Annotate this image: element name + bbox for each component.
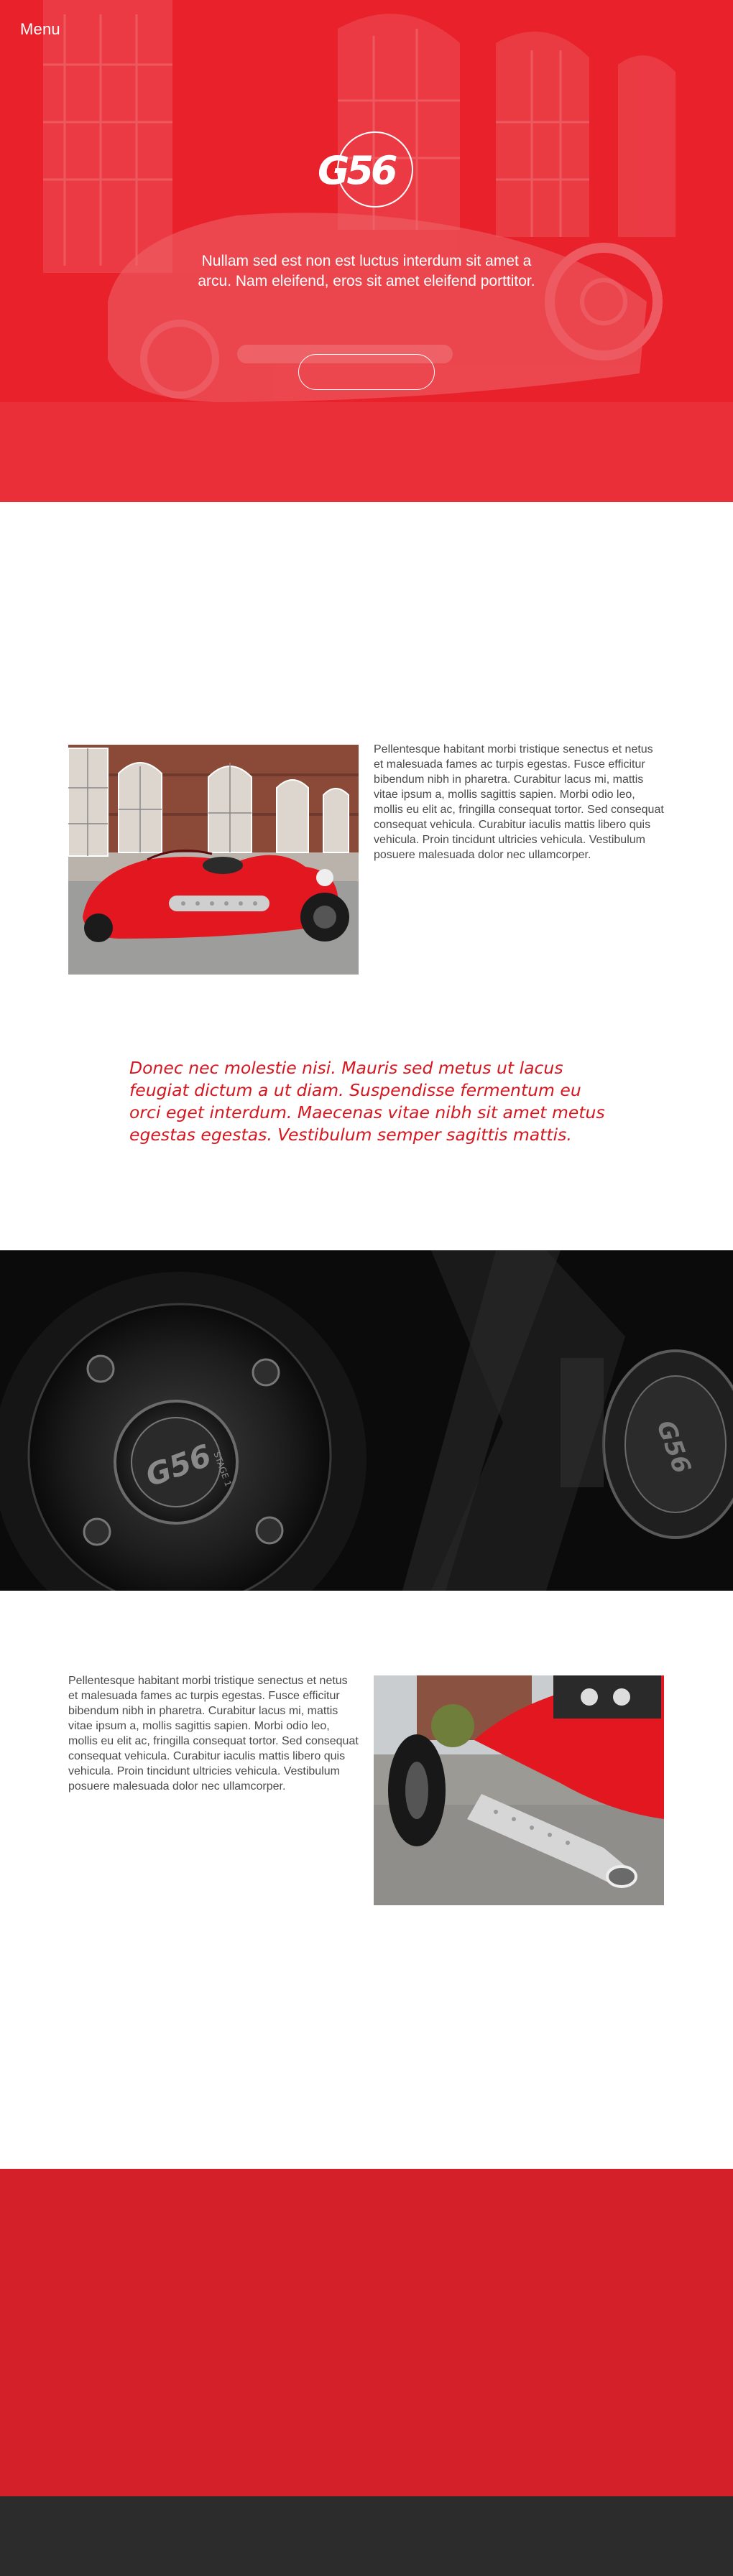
hero-cta-button[interactable] — [298, 354, 435, 390]
g56-logo[interactable]: G56 — [313, 129, 420, 213]
red-footer-band — [0, 2169, 733, 2496]
dark-footer-band — [0, 2496, 733, 2576]
section2-body-text: Pellentesque habitant morbi tristique se… — [68, 1675, 359, 1792]
pull-quote: Donec nec molestie nisi. Mauris sed metu… — [129, 1058, 605, 1145]
menu-link[interactable]: Menu — [20, 20, 60, 39]
car-exhaust-photo — [374, 1675, 664, 1905]
engine-image-band: G56 STAGE 1 G56 — [0, 1250, 733, 1591]
section1-body-text: Pellentesque habitant morbi tristique se… — [374, 743, 664, 861]
red-car-photo — [68, 745, 359, 975]
hero-section: Menu G56 Nullam sed est non est luctus i… — [0, 0, 733, 502]
logo-text: G56 — [318, 148, 397, 193]
hero-tagline: Nullam sed est non est luctus interdum s… — [198, 253, 535, 289]
